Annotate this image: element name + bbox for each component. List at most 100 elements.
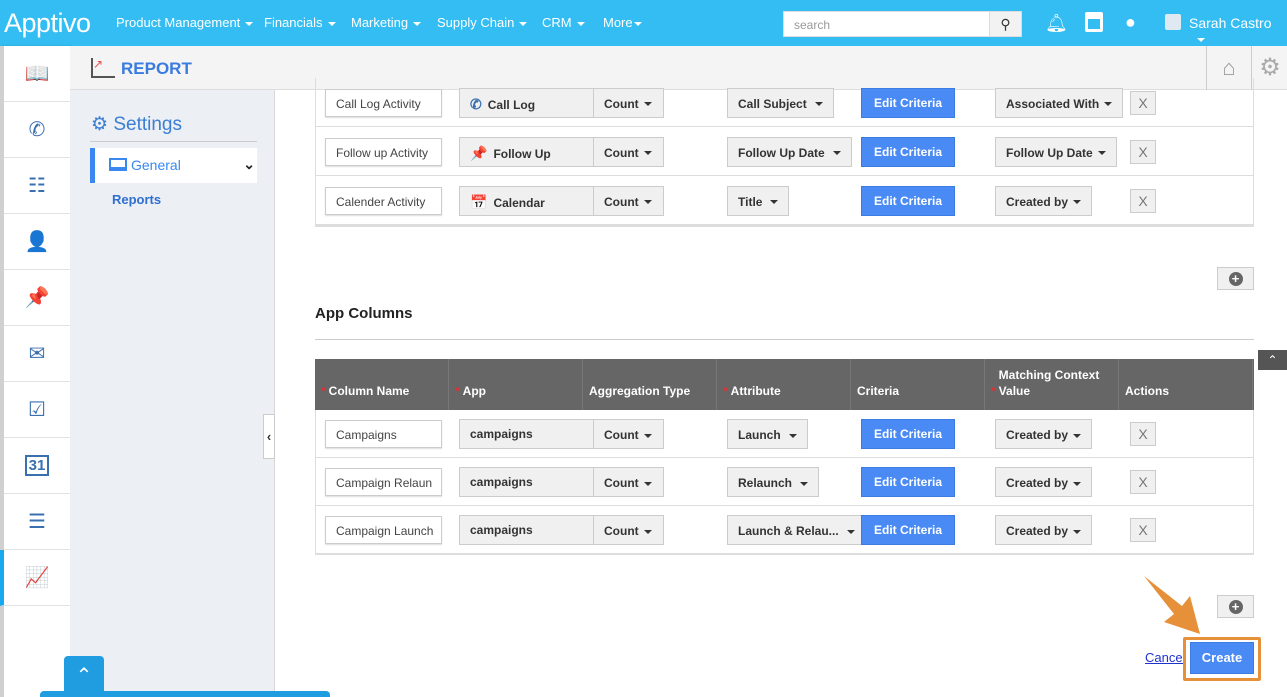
sidebar-item-general[interactable]: General ⌄	[90, 148, 257, 183]
required-asterisk: *	[991, 384, 996, 398]
nav-supply-chain[interactable]: Supply Chain	[437, 15, 528, 30]
calendar-icon: 31	[24, 455, 50, 476]
app-select[interactable]: 📅 Calendar	[459, 185, 608, 216]
aggregation-select[interactable]: Count	[593, 87, 664, 118]
app-select-value: campaigns	[470, 523, 533, 537]
sidebar-app-pushpin[interactable]: 📌	[4, 270, 70, 326]
matching-context-select[interactable]: Associated With	[995, 87, 1124, 118]
aggregation-select[interactable]: Count	[593, 419, 664, 449]
column-name-input[interactable]: Campaigns	[325, 420, 442, 448]
edit-criteria-button[interactable]: Edit Criteria	[861, 467, 955, 497]
sidebar-app-call-log[interactable]: ✆	[4, 102, 70, 158]
edit-criteria-button[interactable]: Edit Criteria	[861, 419, 955, 449]
column-header-label: Attribute	[730, 384, 781, 398]
nav-financials[interactable]: Financials	[264, 15, 336, 30]
bell-icon[interactable]: 🔔︎	[1045, 13, 1068, 34]
app-select[interactable]: 📌 Follow Up	[459, 136, 608, 167]
caret-down-icon	[643, 433, 652, 438]
matching-context-select[interactable]: Created by	[995, 515, 1093, 545]
task-check-icon: ☑	[28, 399, 46, 421]
aggregation-select[interactable]: Count	[593, 136, 664, 167]
app-select[interactable]: campaigns	[459, 515, 608, 545]
sidebar-app-report-chart[interactable]: 📈	[0, 550, 70, 606]
aggregation-select[interactable]: Count	[593, 467, 664, 497]
nav-crm[interactable]: CRM	[542, 15, 585, 30]
apptivo-logo[interactable]: Apptivo	[4, 8, 91, 39]
column-name-input[interactable]: Campaign Launch	[325, 516, 442, 544]
app-select[interactable]: ✆ Call Log	[459, 87, 608, 118]
calendar-icon: 📅	[470, 193, 488, 210]
remove-row-button[interactable]: X	[1130, 139, 1156, 164]
column-header: * Column Name	[315, 359, 449, 410]
column-header: Actions	[1119, 359, 1253, 410]
chat-icon[interactable]: ●	[1125, 12, 1136, 33]
column-name-input[interactable]: Calender Activity	[325, 186, 442, 215]
caret-down-icon	[633, 21, 642, 26]
edit-criteria-button[interactable]: Edit Criteria	[861, 185, 955, 216]
matching-context-select[interactable]: Created by	[995, 419, 1093, 449]
nav-more[interactable]: More	[603, 15, 642, 30]
app-select[interactable]: campaigns	[459, 467, 608, 497]
aggregation-value: Count	[604, 194, 639, 209]
matching-context-select[interactable]: Created by	[995, 467, 1093, 497]
matching-context-value: Created by	[1006, 428, 1069, 442]
app-select[interactable]: campaigns	[459, 419, 608, 449]
create-button[interactable]: Create	[1190, 642, 1254, 674]
nav-marketing[interactable]: Marketing	[351, 15, 422, 30]
avatar[interactable]	[1165, 14, 1181, 30]
settings-button[interactable]: ⚙	[1253, 46, 1287, 90]
column-header-label: App	[462, 384, 486, 398]
remove-row-button[interactable]: X	[1130, 470, 1156, 494]
edit-criteria-button[interactable]: Edit Criteria	[861, 136, 955, 167]
sidebar-app-task-check[interactable]: ☑	[4, 382, 70, 438]
sidebar-app-mail[interactable]: ✉	[4, 326, 70, 382]
store-icon[interactable]	[1085, 12, 1103, 32]
sidebar-app-contact-card[interactable]: 👤	[4, 214, 70, 270]
edit-criteria-button[interactable]: Edit Criteria	[861, 515, 955, 545]
remove-row-button[interactable]: X	[1130, 422, 1156, 446]
column-name-input[interactable]: Call Log Activity	[325, 88, 442, 117]
sidebar-app-book[interactable]: 📖	[4, 46, 70, 102]
remove-row-button[interactable]: X	[1130, 518, 1156, 542]
sidebar-app-calendar[interactable]: 31	[4, 438, 70, 494]
aggregation-select[interactable]: Count	[593, 185, 664, 216]
sidebar-app-notes[interactable]: ☰	[4, 494, 70, 550]
notes-icon: ☰	[28, 511, 46, 533]
column-name-input[interactable]: Follow up Activity	[325, 137, 442, 166]
caret-down-icon	[1097, 151, 1106, 156]
attribute-select[interactable]: Launch	[727, 419, 808, 449]
pushpin-icon: 📌	[470, 144, 488, 161]
expand-bottom-button[interactable]: ⌃	[64, 656, 104, 697]
nav-product-management[interactable]: Product Management	[116, 15, 254, 30]
attribute-select[interactable]: Launch & Relau...	[727, 515, 866, 545]
page-title: REPORT	[121, 59, 192, 78]
required-asterisk: *	[455, 384, 460, 398]
attribute-select[interactable]: Title	[727, 185, 790, 216]
attribute-select[interactable]: Relaunch	[727, 467, 820, 497]
caret-down-icon	[576, 21, 585, 26]
search-input[interactable]: search	[783, 11, 990, 37]
scroll-to-top-button[interactable]: ⌃	[1258, 350, 1287, 370]
cancel-link[interactable]: Cancel	[1145, 650, 1185, 665]
sidebar-item-reports[interactable]: Reports	[112, 192, 161, 207]
attribute-select[interactable]: Call Subject	[727, 87, 834, 118]
table-row: Calender Activity 📅 Calendar Count Title Edit…	[316, 176, 1253, 225]
matching-context-select[interactable]: Created by	[995, 185, 1093, 216]
user-menu[interactable]: Sarah Castro	[1189, 15, 1287, 47]
column-name-input[interactable]: Campaign Relaun	[325, 468, 442, 496]
matching-context-select[interactable]: Follow Up Date	[995, 136, 1117, 167]
attribute-select[interactable]: Follow Up Date	[727, 136, 852, 167]
call-log-icon: ✆	[470, 95, 482, 112]
attribute-value: Call Subject	[738, 96, 807, 111]
add-activity-column-button[interactable]: +	[1217, 267, 1254, 290]
aggregation-select[interactable]: Count	[593, 515, 664, 545]
remove-row-button[interactable]: X	[1130, 90, 1156, 115]
arrow-shape	[1144, 576, 1200, 634]
add-app-column-button[interactable]: +	[1217, 595, 1254, 618]
edit-criteria-button[interactable]: Edit Criteria	[861, 87, 955, 118]
remove-row-button[interactable]: X	[1130, 188, 1156, 213]
app-select-value: campaigns	[470, 475, 533, 489]
search-button[interactable]: ⚲	[989, 11, 1022, 37]
collapse-panel-button[interactable]: ‹	[263, 414, 275, 459]
sidebar-app-list[interactable]: ☷	[4, 158, 70, 214]
